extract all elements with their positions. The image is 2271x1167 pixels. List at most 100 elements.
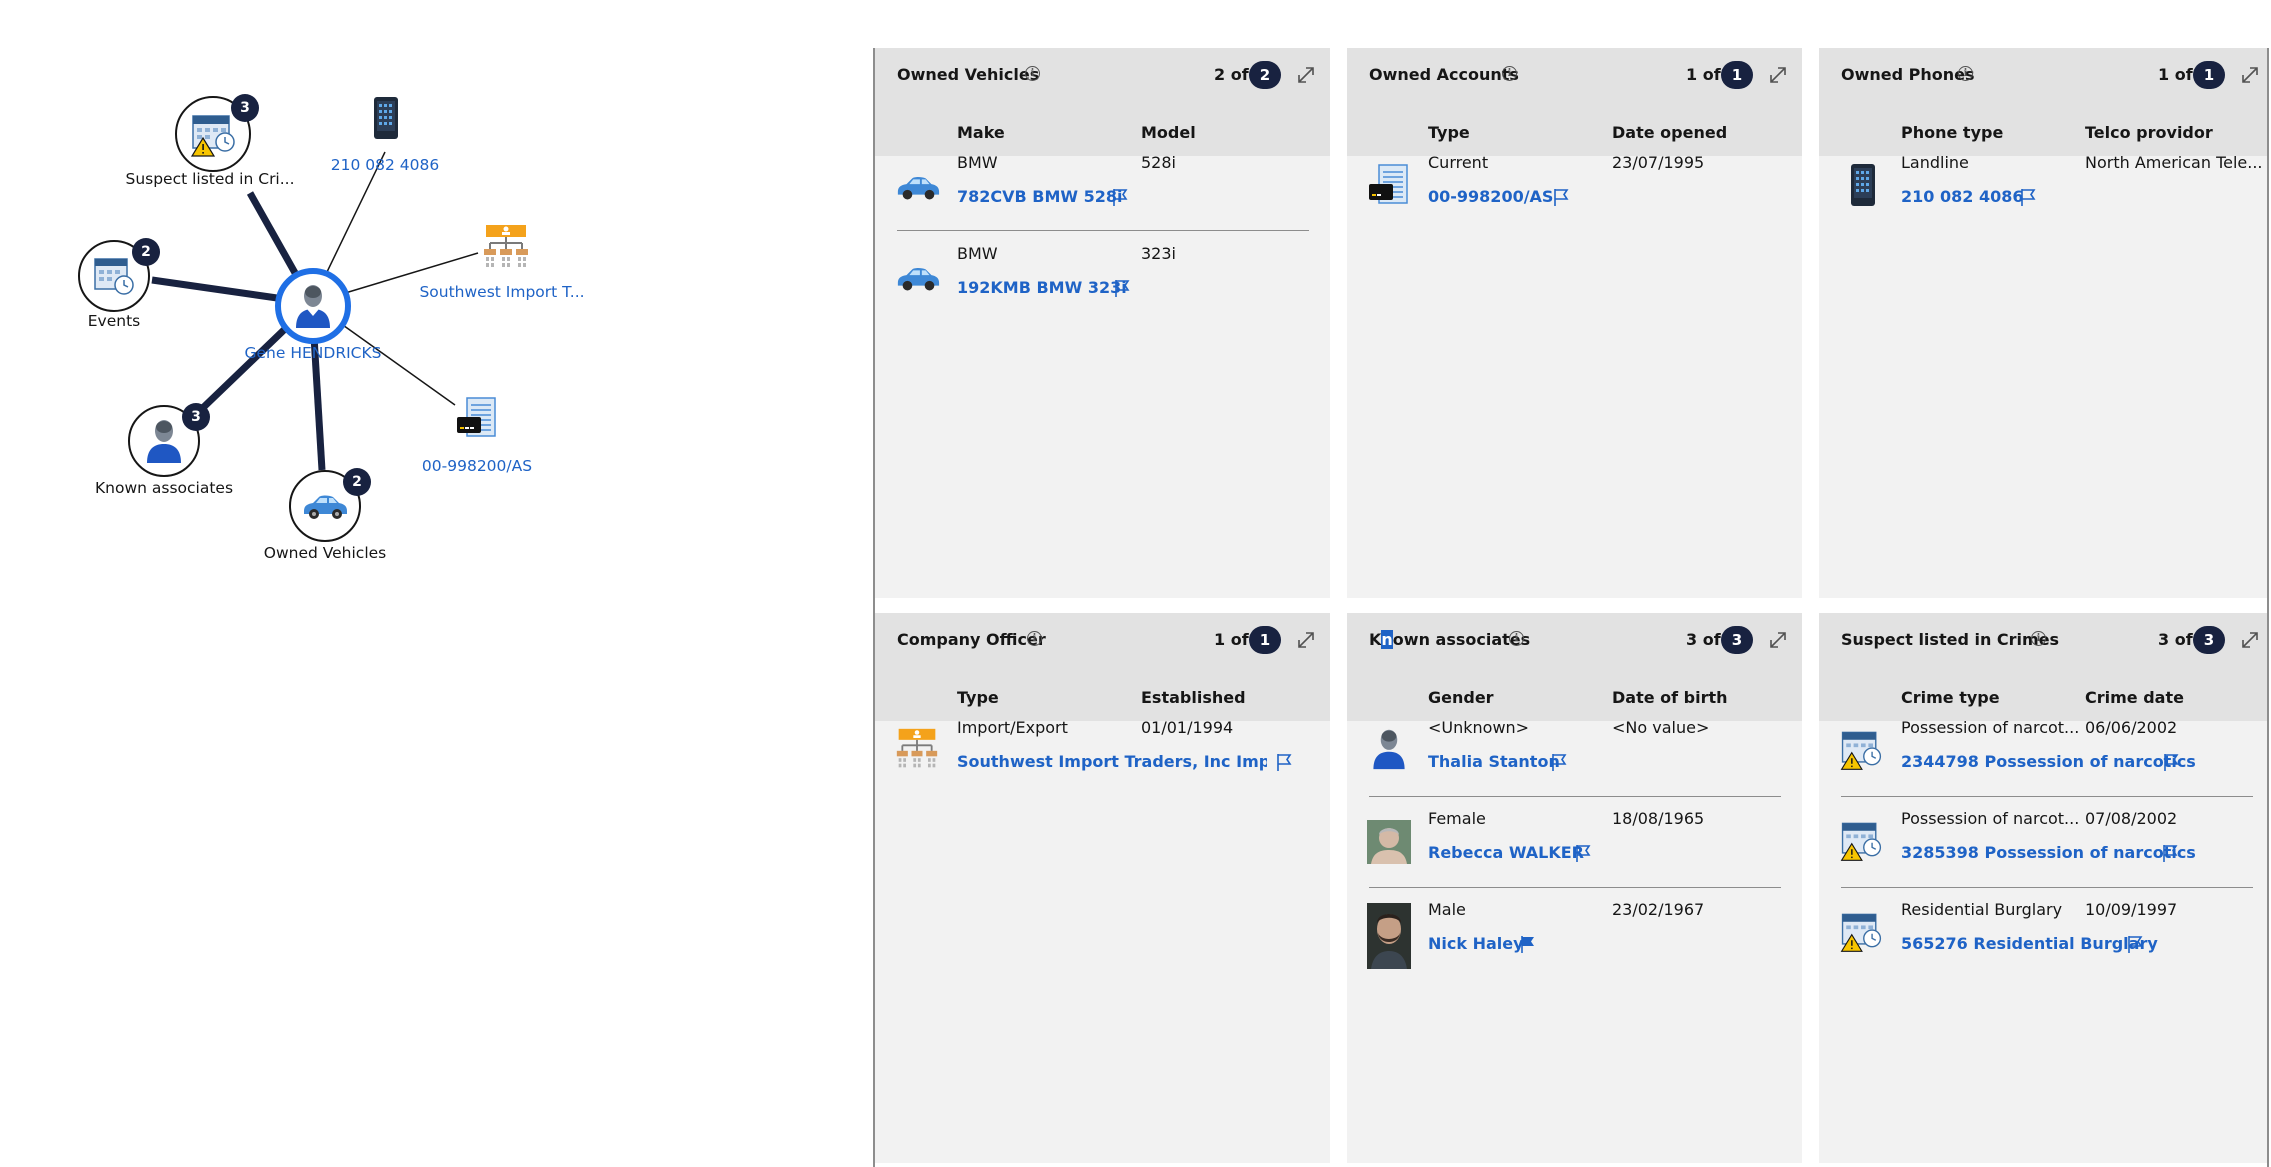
flag-icon[interactable]: [1113, 278, 1131, 298]
events-node-label: Events: [87, 312, 141, 330]
card-known-associates: Known associates i 3 of 3 Gender Date of…: [1347, 613, 1802, 1163]
card-title: Owned Phones: [1841, 65, 1975, 84]
card-suspect-crimes: Suspect listed in Crimes i 3 of 3 Crime …: [1819, 613, 2267, 1163]
selected-text: n: [1381, 630, 1393, 649]
card-title: Owned Vehicles: [897, 65, 1040, 84]
suspect-count-badge: 3: [231, 94, 259, 122]
column-header-model[interactable]: Model: [1141, 121, 1196, 145]
flag-icon[interactable]: [1550, 752, 1568, 772]
column-header-type[interactable]: Type: [957, 686, 999, 710]
associate-link[interactable]: Thalia Stanton: [1428, 752, 1560, 771]
info-icon[interactable]: i: [1509, 631, 1524, 646]
card-total-badge: 2: [1249, 61, 1281, 89]
card-title: Owned Accounts: [1369, 65, 1519, 84]
card-count: 1 of: [1686, 65, 1721, 84]
associates-node-label: Known associates: [94, 479, 234, 497]
associate-dob: 23/02/1967: [1612, 900, 1705, 919]
crime-event-icon: [1840, 822, 1882, 861]
column-header-make[interactable]: Make: [957, 121, 1005, 145]
phone-icon: [374, 97, 398, 139]
account-icon: [457, 397, 496, 437]
column-header-crime-date[interactable]: Crime date: [2085, 686, 2184, 710]
card-title: Company Officer: [897, 630, 1046, 649]
row-divider: [897, 230, 1309, 231]
expand-icon[interactable]: [2237, 62, 2263, 88]
column-header-telco-provider[interactable]: Telco providor: [2085, 121, 2213, 145]
card-column-header: [1347, 102, 1802, 156]
account-date-opened: 23/07/1995: [1612, 153, 1705, 172]
calendar-clock-icon: [94, 258, 134, 295]
company-established: 01/01/1994: [1141, 718, 1234, 737]
company-link[interactable]: Southwest Import Traders, Inc Import...: [957, 752, 1267, 771]
crime-date: 06/06/2002: [2085, 718, 2178, 737]
vehicles-node-label: Owned Vehicles: [263, 544, 387, 562]
info-icon[interactable]: i: [1027, 631, 1042, 646]
crime-link[interactable]: 565276 Residential Burglary: [1901, 934, 2158, 953]
flag-icon[interactable]: [2161, 843, 2179, 863]
vehicle-link[interactable]: 782CVB BMW 528i: [957, 187, 1123, 206]
associate-dob: <No value>: [1612, 718, 1710, 737]
crime-link[interactable]: 2344798 Possession of narcotics: [1901, 752, 2196, 771]
row-divider: [1841, 796, 2253, 797]
vehicle-model: 323i: [1141, 244, 1176, 263]
flag-icon[interactable]: [2162, 752, 2180, 772]
phone-telco: North American Tele...: [2085, 153, 2263, 172]
associates-count-badge: 3: [182, 403, 210, 431]
phone-node-label[interactable]: 210 082 4086: [331, 156, 439, 174]
associate-dob: 18/08/1965: [1612, 809, 1705, 828]
associate-gender: <Unknown>: [1428, 718, 1530, 737]
card-total-badge: 3: [2193, 626, 2225, 654]
flag-icon[interactable]: [2019, 187, 2037, 207]
flag-icon[interactable]: [1552, 187, 1570, 207]
column-header-type[interactable]: Type: [1428, 121, 1470, 145]
row-divider: [1841, 887, 2253, 888]
account-node-label[interactable]: 00-998200/AS: [422, 457, 532, 475]
card-count: 2 of: [1214, 65, 1249, 84]
expand-icon[interactable]: [1765, 62, 1791, 88]
person-icon: [1373, 729, 1405, 770]
crime-event-icon: [1840, 731, 1882, 770]
car-icon: [897, 176, 940, 200]
associate-link[interactable]: Rebecca WALKER: [1428, 843, 1584, 862]
organization-icon: [484, 225, 528, 267]
info-icon[interactable]: i: [1025, 66, 1040, 81]
company-node-label[interactable]: Southwest Import T...: [419, 283, 584, 301]
info-icon[interactable]: i: [1502, 66, 1517, 81]
expand-icon[interactable]: [1765, 627, 1791, 653]
flag-icon[interactable]: [2126, 934, 2144, 954]
card-company-officer: Company Officer i 1 of 1 Type Establishe…: [875, 613, 1330, 1163]
card-column-header: [1347, 667, 1802, 721]
associate-link[interactable]: Nick Haley: [1428, 934, 1524, 953]
car-icon: [304, 495, 347, 519]
account-link[interactable]: 00-998200/AS: [1428, 187, 1553, 206]
card-total-badge: 1: [1249, 626, 1281, 654]
column-header-date-of-birth[interactable]: Date of birth: [1612, 686, 1728, 710]
expand-icon[interactable]: [1293, 627, 1319, 653]
column-header-gender[interactable]: Gender: [1428, 686, 1494, 710]
network-graph[interactable]: 3 Suspect listed in Cri... 210 082 4086 …: [0, 0, 870, 1167]
info-icon[interactable]: i: [2031, 631, 2046, 646]
column-header-phone-type[interactable]: Phone type: [1901, 121, 2003, 145]
card-column-header: [875, 102, 1330, 156]
phone-icon: [1851, 164, 1875, 206]
avatar: [1367, 903, 1411, 969]
vehicle-link[interactable]: 192KMB BMW 323i: [957, 278, 1127, 297]
suspect-node-label: Suspect listed in Cri...: [125, 170, 295, 188]
center-node-label[interactable]: Gene HENDRICKS: [245, 344, 382, 362]
flag-icon-filled[interactable]: [1519, 934, 1537, 954]
column-header-date-opened[interactable]: Date opened: [1612, 121, 1727, 145]
crime-type: Possession of narcot...: [1901, 809, 2079, 828]
phone-link[interactable]: 210 082 4086: [1901, 187, 2023, 206]
flag-icon[interactable]: [1574, 843, 1592, 863]
card-title: Known associates: [1369, 630, 1530, 649]
info-icon[interactable]: i: [1958, 66, 1973, 81]
column-header-crime-type[interactable]: Crime type: [1901, 686, 2000, 710]
expand-icon[interactable]: [2237, 627, 2263, 653]
account-icon: [1369, 164, 1408, 204]
expand-icon[interactable]: [1293, 62, 1319, 88]
column-header-established[interactable]: Established: [1141, 686, 1246, 710]
flag-icon[interactable]: [1111, 187, 1129, 207]
crime-link[interactable]: 3285398 Possession of narcotics: [1901, 843, 2196, 862]
card-count: 3 of: [1686, 630, 1721, 649]
flag-icon[interactable]: [1275, 752, 1293, 772]
